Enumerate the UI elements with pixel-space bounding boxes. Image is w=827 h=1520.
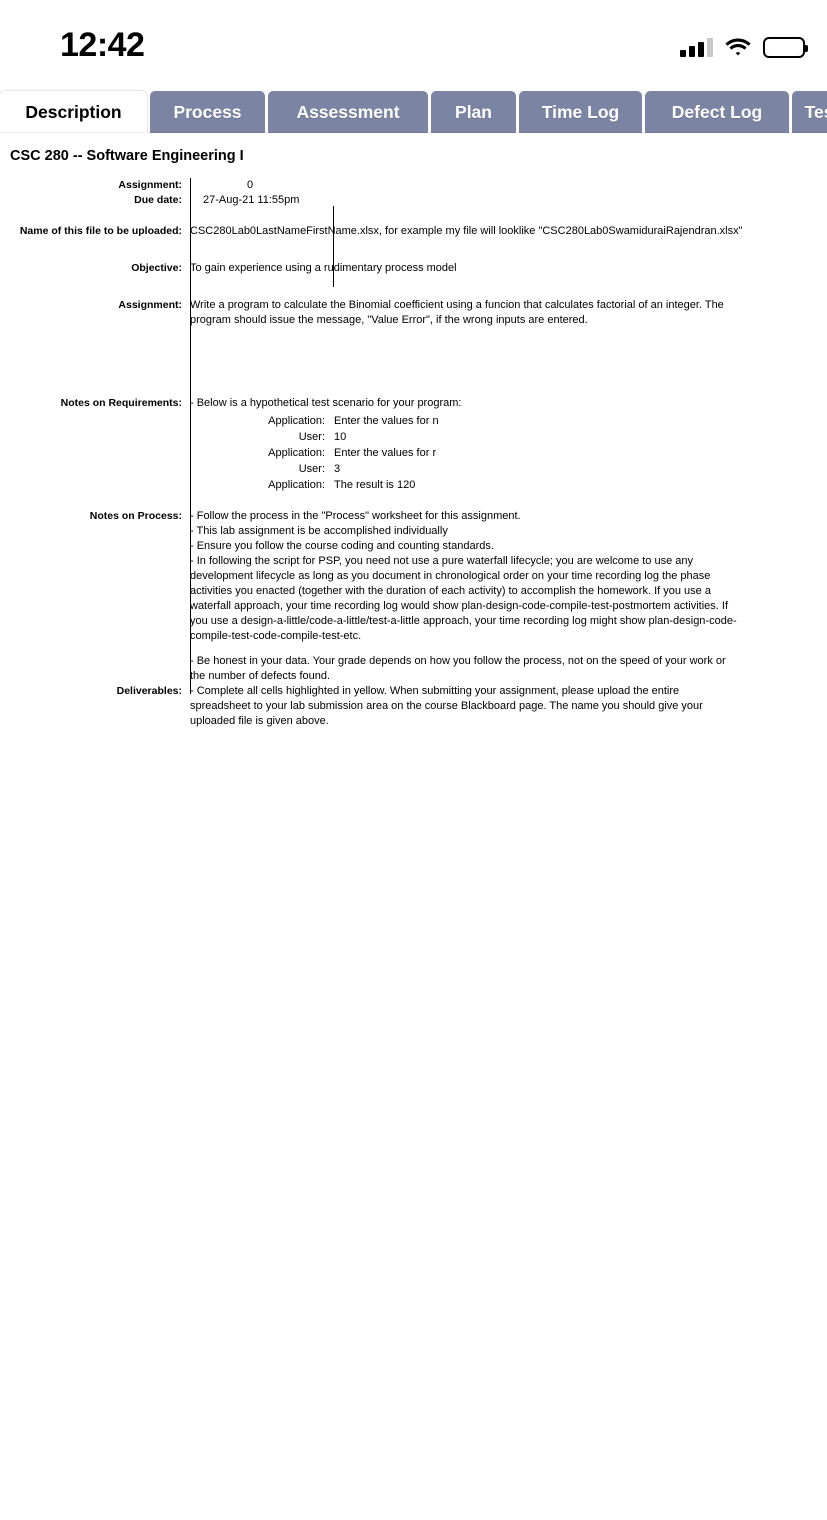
notes-on-requirements-label: Notes on Requirements: [60, 397, 182, 409]
dialog-speaker: Application: [268, 447, 325, 459]
deliverables-value: - Complete all cells highlighted in yell… [190, 685, 703, 727]
test-scenario-dialog: Application: Enter the values for n User… [0, 413, 827, 493]
cellular-signal-icon [680, 37, 713, 57]
table-row: Name of this file to be uploaded: CSC280… [0, 224, 827, 239]
honesty-note: - Be honest in your data. Your grade dep… [190, 655, 726, 682]
assignment-number-label: Assignment: [118, 179, 182, 191]
notes-on-requirements-intro: - Below is a hypothetical test scenario … [190, 397, 462, 409]
notes-on-process-label: Notes on Process: [89, 510, 182, 522]
table-row: Objective: To gain experience using a ru… [0, 261, 827, 276]
dialog-row: Application: The result is 120 [0, 477, 827, 493]
dialog-text: The result is 120 [334, 479, 416, 491]
objective-value: To gain experience using a rudimentary p… [190, 262, 457, 274]
worksheet-content: CSC 280 -- Software Engineering I Assign… [0, 133, 827, 729]
dialog-text: Enter the values for r [334, 447, 437, 459]
tab-defect-log[interactable]: Defect Log [645, 91, 789, 133]
table-row: Assignment: 0 [0, 178, 827, 193]
dialog-speaker: User: [298, 431, 325, 443]
table-row: Assignment: Write a program to calculate… [0, 298, 827, 328]
notes-on-process-value: - Follow the process in the "Process" wo… [186, 509, 742, 644]
dialog-row: User: 3 [0, 461, 827, 477]
tab-description[interactable]: Description [0, 91, 147, 133]
dialog-text: 3 [334, 463, 341, 475]
dialog-speaker: User: [298, 463, 325, 475]
assignment-number-value: 0 [246, 179, 254, 191]
description-table: Assignment: 0 Due date: 27-Aug-21 11:55p… [0, 178, 827, 729]
tab-test[interactable]: Test [792, 91, 827, 133]
objective-label: Objective: [131, 262, 182, 274]
dialog-row: Application: Enter the values for r [0, 445, 827, 461]
worksheet-tab-bar[interactable]: Description Process Assessment Plan Time… [0, 88, 827, 133]
process-note-line: - Follow the process in the "Process" wo… [190, 510, 521, 522]
process-note-line: - Ensure you follow the course coding an… [190, 540, 494, 552]
due-date-value: 27-Aug-21 11:55pm [203, 194, 300, 206]
file-name-label: Name of this file to be uploaded: [19, 225, 182, 237]
table-row: Due date: 27-Aug-21 11:55pm [0, 193, 827, 208]
status-bar-indicators [680, 32, 808, 62]
dialog-column-divider [333, 206, 334, 287]
process-note-line: - This lab assignment is be accomplished… [190, 525, 448, 537]
deliverables-label: Deliverables: [116, 685, 182, 697]
page-title: CSC 280 -- Software Engineering I [10, 148, 244, 164]
table-row: Notes on Process: - Follow the process i… [0, 509, 827, 644]
due-date-label: Due date: [134, 194, 182, 206]
tab-plan[interactable]: Plan [431, 91, 516, 133]
dialog-speaker: Application: [268, 479, 325, 491]
table-row: Deliverables: - Complete all cells highl… [0, 684, 827, 729]
tab-time-log[interactable]: Time Log [519, 91, 642, 133]
assignment-label: Assignment: [118, 299, 182, 311]
status-bar: 12:42 [0, 0, 827, 88]
tab-process[interactable]: Process [150, 91, 265, 133]
dialog-text: Enter the values for n [334, 415, 439, 427]
dialog-speaker: Application: [268, 415, 325, 427]
dialog-text: 10 [334, 431, 347, 443]
battery-icon [763, 36, 808, 58]
table-row: Notes on Requirements: - Below is a hypo… [0, 396, 827, 411]
dialog-row: Application: Enter the values for n [0, 413, 827, 429]
status-bar-clock: 12:42 [60, 26, 145, 64]
process-note-line: - In following the script for PSP, you n… [190, 555, 737, 642]
tab-assessment[interactable]: Assessment [268, 91, 428, 133]
wifi-icon [725, 37, 751, 57]
assignment-value: Write a program to calculate the Binomia… [190, 299, 724, 326]
table-row: - Be honest in your data. Your grade dep… [0, 654, 827, 684]
dialog-row: User: 10 [0, 429, 827, 445]
file-name-value: CSC280Lab0LastNameFirstName.xlsx, for ex… [190, 225, 743, 237]
table-column-divider [190, 178, 191, 694]
